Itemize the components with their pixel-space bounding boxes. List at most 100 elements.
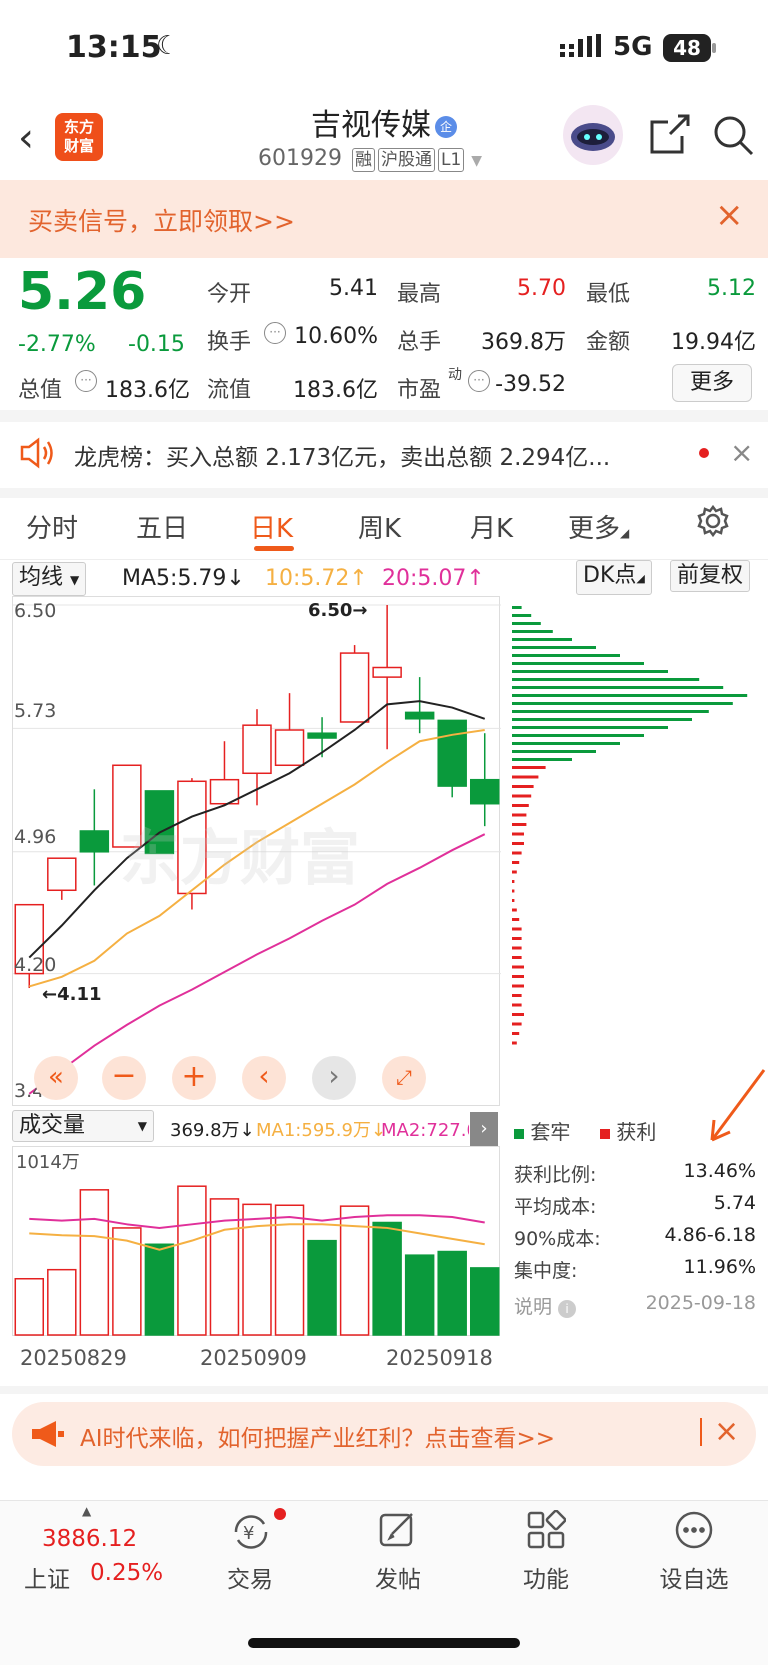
dropdown-icon[interactable]: ▼ (471, 153, 482, 169)
stat-label-open: 今开 (207, 282, 252, 307)
info-icon[interactable]: i (558, 1300, 577, 1318)
candle-body (372, 666, 402, 678)
chip-bar-profit (512, 889, 515, 893)
signal-icon (560, 34, 604, 64)
divider (0, 1386, 768, 1394)
y-tick-label: 6.50 (14, 600, 57, 622)
chip-svg (512, 606, 748, 1045)
stat-label-turnover: 换手 (207, 330, 252, 355)
tab-weekly-k[interactable]: 周K (358, 508, 401, 545)
tab-monthly-k[interactable]: 月K (470, 508, 513, 545)
signal-banner-text[interactable]: 买卖信号，立即领取>> (28, 202, 295, 238)
index-value[interactable]: 3886.12 (42, 1526, 137, 1552)
chip-bar-profit (512, 1041, 517, 1045)
scroll-right-icon[interactable]: › (312, 1056, 356, 1100)
chip-bar-profit (512, 861, 520, 864)
tab-daily-k[interactable]: 日K (250, 508, 293, 545)
close-icon[interactable]: × (730, 436, 753, 469)
more-button[interactable]: 更多 (672, 364, 752, 402)
legend-profit: 获利 (600, 1116, 656, 1145)
battery-icon: 48 (663, 34, 711, 62)
scroll-left-fast-icon[interactable]: « (34, 1056, 78, 1100)
share-icon[interactable] (648, 112, 692, 160)
svg-text:¥: ¥ (243, 1523, 254, 1544)
candle-body (339, 652, 370, 723)
stat-value-total-value: 183.6亿 (105, 378, 190, 403)
fullscreen-icon[interactable]: ⤢ (382, 1056, 426, 1100)
trade-icon[interactable]: ¥ (228, 1512, 274, 1556)
chip-bar-trapped (512, 750, 596, 753)
search-icon[interactable] (712, 114, 754, 160)
close-icon[interactable]: × (714, 1414, 739, 1449)
stat-value-turnover: 10.60% (294, 324, 378, 349)
close-icon[interactable]: × (715, 198, 744, 232)
chip-bar-profit (512, 880, 515, 883)
candle-body (47, 857, 77, 892)
volume-svg (14, 1185, 500, 1336)
nav-post[interactable]: 发帖 (348, 1560, 448, 1594)
chip-value: 4.86-6.18 (664, 1224, 756, 1246)
tab-more[interactable]: 更多◢ (568, 508, 629, 545)
stat-label-amount: 金额 (586, 330, 631, 355)
zoom-in-icon[interactable]: + (172, 1056, 216, 1100)
dk-point-button[interactable]: DK点◢ (576, 560, 652, 595)
chip-bar-profit (512, 937, 522, 940)
adjust-button[interactable]: 前复权 (670, 560, 751, 592)
nav-functions[interactable]: 功能 (496, 1560, 596, 1594)
index-change[interactable]: 0.25% (90, 1560, 163, 1586)
zoom-out-icon[interactable]: − (102, 1056, 146, 1100)
speaker-icon (18, 436, 56, 474)
chip-bar-profit (512, 842, 524, 845)
more-dots-icon[interactable]: ··· (75, 370, 97, 392)
ai-banner-text[interactable]: AI时代来临，如何把握产业红利？点击查看>> (80, 1419, 555, 1453)
chip-bar-profit (512, 965, 524, 969)
volume-bar (372, 1221, 402, 1336)
ma20-value: 20:5.07↑ (382, 566, 485, 591)
volume-bar (177, 1185, 207, 1336)
dk-label: DK点 (583, 563, 637, 588)
scroll-left-icon[interactable]: ‹ (242, 1056, 286, 1100)
chip-bar-trapped (512, 662, 644, 665)
chip-bar-trapped (512, 614, 532, 617)
megaphone-icon (30, 1418, 66, 1454)
chip-bar-profit (512, 899, 515, 902)
legend-trapped-label: 套牢 (530, 1120, 571, 1144)
nav-trade[interactable]: 交易 (200, 1560, 300, 1594)
chip-distribution[interactable] (500, 596, 756, 1106)
settings-icon[interactable] (696, 504, 730, 542)
tab-five-day[interactable]: 五日 (136, 508, 188, 545)
nav-watchlist[interactable]: 设自选 (644, 1560, 744, 1594)
chip-bar-trapped (512, 678, 700, 681)
chip-note-row[interactable]: 说明 i 2025-09-18 (514, 1292, 756, 1319)
tag-connect: 沪股通 (377, 148, 435, 172)
index-name[interactable]: 上证 (24, 1560, 70, 1594)
chip-bar-trapped (512, 734, 644, 737)
more-dots-icon[interactable]: ··· (264, 322, 286, 344)
chip-bar-trapped (512, 710, 709, 713)
volume-bar (307, 1239, 337, 1336)
chip-bar-trapped (512, 606, 522, 609)
active-tab-indicator (254, 546, 294, 551)
tab-intraday[interactable]: 分时 (26, 508, 78, 545)
chip-bar-profit (512, 775, 539, 779)
post-icon[interactable] (378, 1510, 418, 1554)
divider (700, 1418, 702, 1446)
more-circle-icon[interactable] (674, 1510, 714, 1554)
candle-body (242, 724, 272, 775)
volume-selector[interactable]: 成交量 ▼ (12, 1110, 154, 1142)
chip-bar-profit (512, 908, 517, 912)
collapse-panel-icon[interactable]: › (470, 1112, 498, 1146)
lhb-text[interactable]: 龙虎榜：买入总额 2.173亿元，卖出总额 2.294亿... (74, 438, 674, 472)
volume-chart[interactable] (12, 1146, 500, 1336)
indicator-selector[interactable]: 均线 ▼ (12, 562, 87, 596)
ai-assistant-avatar[interactable] (563, 105, 623, 165)
chip-date: 2025-09-18 (645, 1292, 756, 1314)
min-price-label: ←4.11 (42, 984, 102, 1005)
notification-dot (274, 1508, 286, 1520)
y-tick-label: 4.20 (14, 954, 57, 976)
apps-icon[interactable] (526, 1509, 567, 1554)
chip-row-concentration: 集中度: 11.96% (514, 1256, 756, 1283)
volume-selector-label: 成交量 (19, 1113, 86, 1138)
more-dots-icon[interactable]: ··· (468, 370, 490, 392)
chip-note[interactable]: 说明 (514, 1296, 552, 1318)
